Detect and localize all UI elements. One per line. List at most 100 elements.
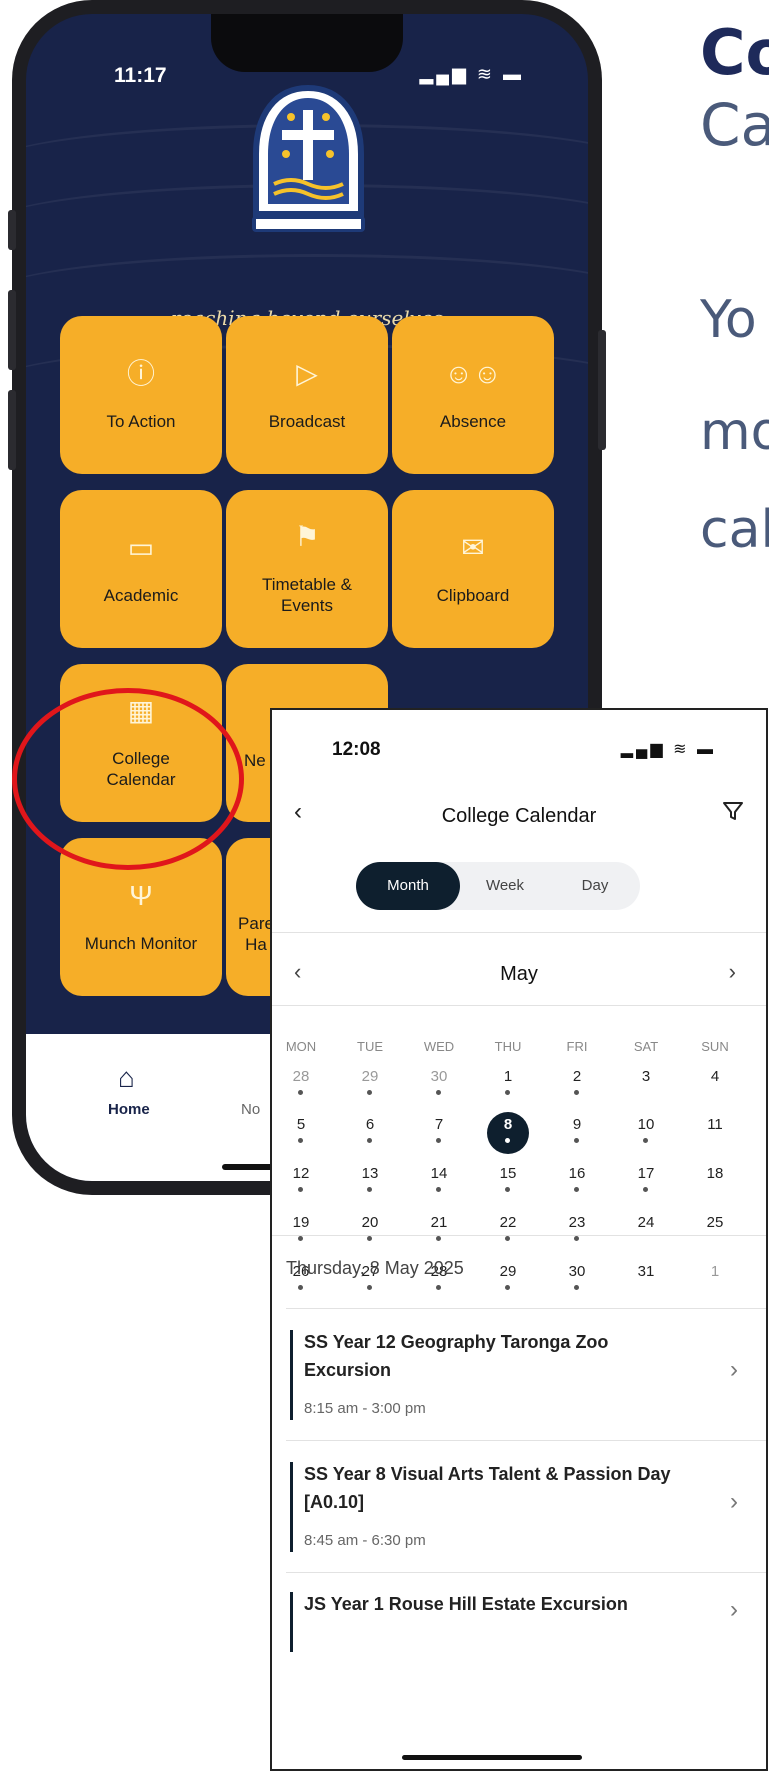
calendar-day[interactable]: 18 [690, 1165, 740, 1182]
calendar-day[interactable]: 25 [690, 1214, 740, 1231]
calendar-day[interactable]: 9 [552, 1116, 602, 1133]
calendar-day[interactable]: 14 [414, 1165, 464, 1182]
selected-date-heading: Thursday, 8 May 2025 [286, 1258, 464, 1278]
tile-timetable-events[interactable]: ⚑ Timetable & Events [226, 490, 388, 648]
event-dot [505, 1090, 510, 1095]
college-crest-logo [252, 84, 365, 232]
event-dot [436, 1090, 441, 1095]
calendar-day[interactable]: 24 [621, 1214, 671, 1231]
slide-subtitle: Ca [700, 91, 769, 159]
event-item[interactable]: JS Year 1 Rouse Hill Estate Excursion › [272, 1572, 766, 1769]
chevron-right-icon: › [730, 1488, 738, 1515]
event-dot [505, 1138, 510, 1143]
phone-side-button [598, 330, 606, 450]
status-icons: ▂▄▆ ≋ ▬ [419, 64, 524, 84]
event-dot [436, 1187, 441, 1192]
event-dot [436, 1285, 441, 1290]
tile-broadcast[interactable]: ▷ Broadcast [226, 316, 388, 474]
tile-label: Broadcast [268, 411, 346, 431]
event-dot [367, 1236, 372, 1241]
tab-day[interactable]: Day [550, 862, 640, 910]
calendar-day[interactable]: 13 [345, 1165, 395, 1182]
event-dot [574, 1138, 579, 1143]
weekday-header: SAT [633, 1039, 659, 1054]
tile-to-action[interactable]: ⓘ To Action [60, 316, 222, 474]
status-time: 12:08 [332, 739, 381, 760]
tab-week[interactable]: Week [460, 862, 550, 910]
event-dot [505, 1236, 510, 1241]
event-item[interactable]: SS Year 8 Visual Arts Talent & Passion D… [272, 1440, 766, 1568]
status-icons: ▂▄▆ ≋ ▬ [620, 741, 716, 758]
tile-absence[interactable]: ☺☺ Absence [392, 316, 554, 474]
calendar-day[interactable]: 16 [552, 1165, 602, 1182]
cutlery-icon: Ψ [129, 879, 153, 911]
event-dot [574, 1090, 579, 1095]
calendar-day[interactable]: 2 [552, 1068, 602, 1085]
flag-icon: ⚑ [294, 521, 320, 552]
event-dot [574, 1285, 579, 1290]
nav-home[interactable]: Home [108, 1101, 150, 1118]
calendar-day[interactable]: 4 [690, 1068, 740, 1085]
nav-notices[interactable]: No [241, 1101, 260, 1118]
calendar-day[interactable]: 5 [276, 1116, 326, 1133]
slide-text-line: Yo [700, 290, 757, 350]
calendar-day[interactable]: 1 [483, 1068, 533, 1085]
home-icon[interactable]: ⌂ [118, 1062, 135, 1094]
tile-label: Absence [439, 411, 507, 431]
tile-academic[interactable]: ▭ Academic [60, 490, 222, 648]
event-time: 8:45 am - 6:30 pm [304, 1532, 426, 1549]
people-icon: ☺☺ [444, 357, 502, 389]
envelope-icon: ✉ [461, 531, 485, 563]
tab-month[interactable]: Month [356, 862, 460, 910]
status-time: 11:17 [114, 64, 167, 87]
calendar-day[interactable]: 29 [345, 1068, 395, 1085]
calendar-day[interactable]: 31 [621, 1263, 671, 1280]
calendar-day[interactable]: 30 [552, 1263, 602, 1280]
calendar-day[interactable]: 29 [483, 1263, 533, 1280]
next-month-button[interactable]: › [729, 959, 736, 985]
slide-text-line: mo [700, 402, 769, 462]
calendar-day[interactable]: 6 [345, 1116, 395, 1133]
filter-icon[interactable] [722, 800, 744, 829]
event-dot [298, 1187, 303, 1192]
book-icon: ▭ [127, 531, 155, 563]
calendar-day[interactable]: 7 [414, 1116, 464, 1133]
calendar-day[interactable]: 10 [621, 1116, 671, 1133]
event-dot [574, 1236, 579, 1241]
weekday-header: THU [494, 1039, 522, 1054]
calendar-day[interactable]: 3 [621, 1068, 671, 1085]
calendar-day[interactable]: 22 [483, 1214, 533, 1231]
weekday-header: FRI [566, 1039, 588, 1054]
calendar-day[interactable]: 23 [552, 1214, 602, 1231]
page-title: College Calendar [441, 805, 597, 827]
calendar-day[interactable]: 17 [621, 1165, 671, 1182]
calendar-day[interactable]: 11 [690, 1116, 740, 1133]
tile-clipboard[interactable]: ✉ Clipboard [392, 490, 554, 648]
phone-side-button [8, 290, 16, 370]
tile-label: Munch Monitor [84, 933, 198, 953]
event-dot [367, 1187, 372, 1192]
calendar-day[interactable]: 28 [276, 1068, 326, 1085]
event-dot [367, 1090, 372, 1095]
calendar-day[interactable]: 21 [414, 1214, 464, 1231]
event-dot [505, 1285, 510, 1290]
tile-label: Timetable & Events [261, 575, 353, 615]
chevron-right-icon: › [730, 1356, 738, 1383]
calendar-day[interactable]: 1 [690, 1263, 740, 1280]
calendar-day[interactable]: 19 [276, 1214, 326, 1231]
tile-label: Academic [103, 585, 179, 605]
calendar-day[interactable]: 30 [414, 1068, 464, 1085]
event-title: JS Year 1 Rouse Hill Estate Excursion [304, 1594, 628, 1614]
event-dot [505, 1187, 510, 1192]
event-dot [643, 1138, 648, 1143]
event-dot [436, 1138, 441, 1143]
weekday-header: WED [423, 1039, 455, 1054]
event-dot [367, 1138, 372, 1143]
calendar-day[interactable]: 12 [276, 1165, 326, 1182]
calendar-day[interactable]: 20 [345, 1214, 395, 1231]
event-item[interactable]: SS Year 12 Geography Taronga Zoo Excursi… [272, 1308, 766, 1436]
event-dot [298, 1236, 303, 1241]
event-title: SS Year 12 Geography Taronga Zoo Excursi… [304, 1332, 609, 1380]
calendar-day[interactable]: 15 [483, 1165, 533, 1182]
calendar-day[interactable]: 8 [483, 1116, 533, 1133]
